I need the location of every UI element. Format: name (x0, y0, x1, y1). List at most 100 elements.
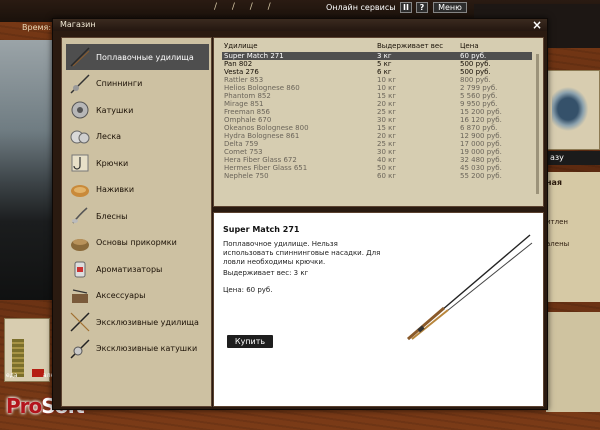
item-name: Nephele 750 (224, 172, 269, 180)
food-label: еда (6, 372, 18, 379)
category-item[interactable]: Аксессуары (66, 283, 209, 309)
fishing-rod-image (407, 234, 533, 341)
category-label: Эксклюзивные катушки (96, 344, 198, 353)
hook-icon (69, 152, 91, 174)
reel-icon (69, 99, 91, 121)
table-row[interactable]: Phantom 852 15 кг 5 560 руб. (222, 92, 532, 100)
item-price: 9 950 руб. (460, 100, 498, 108)
category-list: Поплавочные удилища Спиннинги Катушки Леска… (61, 37, 212, 407)
spinning-rod-icon (69, 73, 91, 95)
item-name: Freeman 856 (224, 108, 270, 116)
item-price: 55 200 руб. (460, 172, 502, 180)
item-name: Mirage 851 (224, 100, 264, 108)
flavoring-icon (69, 258, 91, 280)
online-services-button[interactable]: Онлайн сервисы (326, 3, 396, 12)
help-button[interactable]: ? (416, 2, 428, 13)
pause-button[interactable]: II (400, 2, 412, 13)
category-item[interactable]: Поплавочные удилища (66, 44, 209, 70)
table-row[interactable]: Comet 753 30 кг 19 000 руб. (222, 148, 532, 156)
table-row[interactable]: Nephele 750 60 кг 55 200 руб. (222, 172, 532, 180)
category-item[interactable]: Леска (66, 124, 209, 150)
list-scrollbar[interactable] (536, 54, 539, 194)
item-weight: 30 кг (377, 116, 397, 124)
category-item[interactable]: Ароматизаторы (66, 256, 209, 282)
item-price: 500 руб. (460, 68, 491, 76)
bait-icon (69, 179, 91, 201)
table-row[interactable]: Hera Fiber Glass 672 40 кг 32 480 руб. (222, 156, 532, 164)
buy-button[interactable]: Купить (227, 335, 273, 348)
category-label: Эксклюзивные удилища (96, 317, 199, 327)
menu-button[interactable]: Меню (433, 2, 467, 13)
table-row[interactable]: Pan 802 5 кг 500 руб. (222, 60, 532, 68)
item-price: 45 030 руб. (460, 164, 502, 172)
item-name: Super Match 271 (224, 52, 284, 60)
item-name: Okeanos Bolognese 800 (224, 124, 309, 132)
shop-dialog: Магазин × Поплавочные удилища Спиннинги Ка… (52, 18, 548, 410)
item-weight: 15 кг (377, 124, 397, 132)
category-label: Катушки (96, 105, 134, 115)
category-item[interactable]: Крючки (66, 150, 209, 176)
side-note-title: ная (546, 178, 563, 187)
lake-map[interactable] (545, 70, 600, 150)
item-name: Omphale 670 (224, 116, 272, 124)
table-row[interactable]: Delta 759 25 кг 17 000 руб. (222, 140, 532, 148)
side-note-paper (546, 172, 600, 302)
header-name[interactable]: Удилище (224, 42, 258, 50)
item-weight: 3 кг (377, 52, 392, 60)
table-row[interactable]: Super Match 271 3 кг 60 руб. (222, 52, 532, 60)
category-label: Основы прикормки (96, 238, 177, 247)
fishing-line-icon (69, 126, 91, 148)
category-item[interactable]: Эксклюзивные удилища (66, 309, 209, 335)
item-price: 12 900 руб. (460, 132, 502, 140)
detail-description: Поплавочное удилище. Нельзя использовать… (223, 240, 381, 266)
item-price: 17 000 руб. (460, 140, 502, 148)
close-button[interactable]: × (532, 18, 542, 32)
category-item[interactable]: Наживки (66, 177, 209, 203)
table-row[interactable]: Helios Bolognese 860 10 кг 2 799 руб. (222, 84, 532, 92)
table-row[interactable]: Hydra Bolognese 861 20 кг 12 900 руб. (222, 132, 532, 140)
category-item[interactable]: Спиннинги (66, 71, 209, 97)
category-item[interactable]: Катушки (66, 97, 209, 123)
side-note-line: алены (546, 240, 570, 248)
detail-weight: Выдерживает вес: 3 кг (223, 269, 309, 277)
item-name: Hydra Bolognese 861 (224, 132, 300, 140)
item-weight: 10 кг (377, 76, 397, 84)
header-weight[interactable]: Выдерживает вес (377, 42, 443, 50)
item-weight: 30 кг (377, 148, 397, 156)
item-weight: 20 кг (377, 100, 397, 108)
item-rows: Super Match 271 3 кг 60 руб. Pan 802 5 кг 500… (222, 52, 532, 180)
category-item[interactable]: Блесны (66, 203, 209, 229)
table-row[interactable]: Rattler 853 10 кг 800 руб. (222, 76, 532, 84)
item-name: Vesta 276 (224, 68, 259, 76)
table-row[interactable]: Freeman 856 25 кг 15 200 руб. (222, 108, 532, 116)
item-price: 6 870 руб. (460, 124, 498, 132)
table-row[interactable]: Hermes Fiber Glass 651 50 кг 45 030 руб. (222, 164, 532, 172)
item-price: 2 799 руб. (460, 84, 498, 92)
groundbait-icon (69, 232, 91, 254)
table-row[interactable]: Omphale 670 30 кг 16 120 руб. (222, 116, 532, 124)
category-item[interactable]: Основы прикормки (66, 230, 209, 256)
category-item[interactable]: Эксклюзивные катушки (66, 336, 209, 362)
side-note-line: итлен (546, 218, 568, 226)
table-row[interactable]: Mirage 851 20 кг 9 950 руб. (222, 100, 532, 108)
item-weight: 10 кг (377, 84, 397, 92)
item-list: Удилище Выдерживает вес Цена Super Match… (213, 37, 544, 207)
item-weight: 20 кг (377, 132, 397, 140)
item-name: Hera Fiber Glass 672 (224, 156, 297, 164)
exclusive-reel-icon (69, 338, 91, 360)
item-name: Comet 753 (224, 148, 263, 156)
gauge-labels: еда алк (6, 372, 54, 379)
header-price[interactable]: Цена (460, 42, 479, 50)
logo-pro-text: Pro (6, 394, 42, 418)
bottom-right-paper (546, 312, 600, 412)
item-weight: 15 кг (377, 92, 397, 100)
table-row[interactable]: Okeanos Bolognese 800 15 кг 6 870 руб. (222, 124, 532, 132)
base-button[interactable]: азу (546, 151, 600, 165)
item-name: Helios Bolognese 860 (224, 84, 300, 92)
item-price: 15 200 руб. (460, 108, 502, 116)
spoon-lure-icon (69, 205, 91, 227)
table-row[interactable]: Vesta 276 6 кг 500 руб. (222, 68, 532, 76)
item-weight: 25 кг (377, 108, 397, 116)
item-weight: 25 кг (377, 140, 397, 148)
item-weight: 60 кг (377, 172, 397, 180)
